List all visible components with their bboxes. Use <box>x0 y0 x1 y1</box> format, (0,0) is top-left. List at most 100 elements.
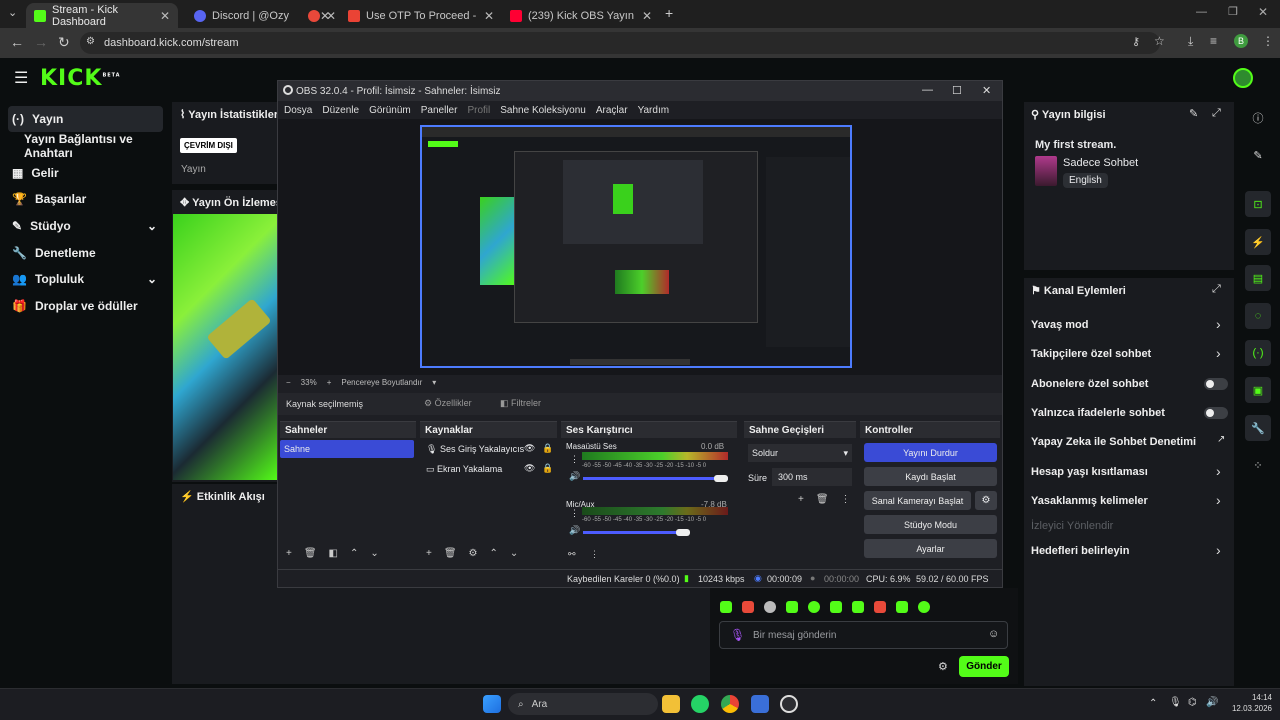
clock-time[interactable]: 14:14 <box>1240 693 1272 702</box>
obs-preview-area[interactable] <box>278 119 1002 375</box>
link-icon[interactable]: ⚯ <box>568 549 576 560</box>
tab-youtube[interactable]: (239) Kick OBS Yayın Ayarları N ✕ <box>502 3 660 28</box>
tab-kick-dashboard[interactable]: Stream - Kick Dashboard ✕ <box>26 3 178 28</box>
tab-gmail[interactable]: Use OTP To Proceed - swoxrys ✕ <box>340 3 502 28</box>
emote-icon[interactable] <box>918 601 930 613</box>
file-explorer-icon[interactable] <box>662 695 680 713</box>
action-ai-moderation[interactable]: Yapay Zeka ile Sohbet Denetimi <box>1031 436 1196 448</box>
site-info-icon[interactable]: ⚙ <box>86 36 95 47</box>
gear-icon[interactable]: ⚙ <box>469 548 478 559</box>
desktop-volume-slider[interactable] <box>583 477 728 480</box>
reload-icon[interactable]: ↻ <box>58 34 70 51</box>
forward-icon[interactable]: → <box>34 34 48 50</box>
menu-gorunum[interactable]: Görünüm <box>369 105 411 116</box>
network-icon[interactable]: ⌬ <box>1188 697 1197 708</box>
external-link-icon[interactable]: ↗ <box>1217 434 1225 445</box>
trash-icon[interactable]: 🗑 <box>304 548 317 559</box>
subscribers-only-toggle[interactable] <box>1204 378 1228 390</box>
emote-icon[interactable] <box>764 601 776 613</box>
duration-field[interactable]: 300 ms <box>772 468 852 486</box>
move-up-icon[interactable]: ⌃ <box>350 548 358 559</box>
edit-icon[interactable]: ✎ <box>1245 142 1271 168</box>
minimize-icon[interactable]: — <box>1196 6 1207 18</box>
edit-icon[interactable]: ✎ <box>1189 107 1198 120</box>
sidebar-item-topluluk[interactable]: 👥 Topluluk ⌄ <box>8 266 163 292</box>
zoom-in-icon[interactable]: + <box>327 378 332 387</box>
action-goals[interactable]: Hedefleri belirleyin <box>1031 545 1129 557</box>
menu-kebab-icon[interactable]: ⋮ <box>570 454 579 465</box>
move-down-icon[interactable]: ⌄ <box>370 548 378 559</box>
studio-mode-button[interactable]: Stüdyo Modu <box>864 515 997 534</box>
kick-logo[interactable]: KICKBETA <box>40 66 121 91</box>
minimize-icon[interactable]: — <box>922 84 933 96</box>
transition-select[interactable]: Soldur ▾ <box>748 444 852 462</box>
hamburger-menu-icon[interactable]: ☰ <box>14 68 28 88</box>
popout-icon[interactable]: ⤢ <box>1212 107 1221 120</box>
windows-start-icon[interactable] <box>483 695 501 713</box>
close-tab-icon[interactable]: ✕ <box>326 9 336 23</box>
scan-icon[interactable]: ⊡ <box>1245 191 1271 217</box>
close-tab-icon[interactable]: ✕ <box>160 9 170 23</box>
add-icon[interactable]: + <box>798 494 804 505</box>
close-window-icon[interactable]: ✕ <box>982 84 991 97</box>
new-tab-icon[interactable]: + <box>665 5 673 21</box>
broadcast-icon[interactable]: (·) <box>1245 340 1271 366</box>
clock-date[interactable]: 12.03.2026 <box>1226 704 1272 713</box>
speaker-icon[interactable]: 🔊 <box>569 471 580 482</box>
sidebar-item-basarilar[interactable]: 🏆 Başarılar <box>8 186 163 212</box>
sidebar-item-droplar[interactable]: 🎁 Droplar ve ödüller <box>8 293 163 319</box>
profile-avatar[interactable]: B <box>1234 34 1248 48</box>
add-icon[interactable]: + <box>286 548 292 559</box>
reading-list-icon[interactable]: ≡ <box>1210 34 1217 48</box>
tab-recording[interactable]: ✕ <box>300 3 338 28</box>
action-account-age[interactable]: Hesap yaşı kısıtlaması <box>1031 466 1148 478</box>
emoji-icon[interactable]: ☺ <box>988 628 999 640</box>
sidebar-item-denetleme[interactable]: 🔧 Denetleme <box>8 240 163 266</box>
grid-icon[interactable]: ▣ <box>1245 377 1271 403</box>
menu-dosya[interactable]: Dosya <box>284 105 312 116</box>
filter-icon[interactable]: ◧ <box>329 548 338 559</box>
visibility-icon[interactable]: 👁 <box>524 443 536 454</box>
steam-icon[interactable] <box>751 695 769 713</box>
menu-yardim[interactable]: Yardım <box>638 105 670 116</box>
popout-icon[interactable]: ⤢ <box>1212 283 1221 296</box>
chat-settings-icon[interactable]: ⚙ <box>938 660 948 673</box>
tray-overflow-icon[interactable]: ⌃ <box>1149 698 1157 709</box>
download-icon[interactable]: ⤓ <box>1188 34 1193 49</box>
emote-icon[interactable] <box>742 601 754 613</box>
properties-button[interactable]: ⚙ Özellikler <box>424 398 472 409</box>
stop-streaming-button[interactable]: Yayını Durdur <box>864 443 997 462</box>
action-banned-words[interactable]: Yasaklanmış kelimeler <box>1031 495 1148 507</box>
slider-knob[interactable] <box>714 475 728 482</box>
menu-kebab-icon[interactable]: ⋮ <box>1262 34 1274 48</box>
lock-icon[interactable]: 🔒 <box>542 463 553 474</box>
mic-volume-slider[interactable] <box>583 531 683 534</box>
send-button[interactable]: Gönder <box>959 656 1009 677</box>
chevron-right-icon[interactable]: › <box>1216 542 1221 558</box>
speaker-icon[interactable]: 🔊 <box>569 525 580 536</box>
obs-taskbar-icon[interactable] <box>780 695 798 713</box>
sidebar-item-gelir[interactable]: ▦ Gelir <box>8 160 163 186</box>
close-tab-icon[interactable]: ✕ <box>484 9 494 23</box>
fit-window-label[interactable]: Pencereye Boyutlandır <box>341 378 422 387</box>
sidebar-item-studyo[interactable]: ✎ Stüdyo ⌄ <box>8 213 163 239</box>
wrench-icon[interactable]: 🔧 <box>1245 415 1271 441</box>
add-icon[interactable]: + <box>426 548 432 559</box>
lightning-icon[interactable]: ⚡ <box>1245 229 1271 255</box>
filters-button[interactable]: ◧ Filtreler <box>500 398 541 409</box>
category-name[interactable]: Sadece Sohbet <box>1063 157 1138 169</box>
zoom-out-icon[interactable]: − <box>286 378 291 387</box>
slider-knob[interactable] <box>676 529 690 536</box>
menu-duzenle[interactable]: Düzenle <box>322 105 359 116</box>
menu-kebab-icon[interactable]: ⋮ <box>570 508 579 519</box>
lock-icon[interactable]: 🔒 <box>542 443 554 454</box>
info-icon[interactable]: ⓘ <box>1245 105 1271 131</box>
screen-capture-preview[interactable] <box>420 125 852 368</box>
action-slow-mode[interactable]: Yavaş mod <box>1031 319 1088 331</box>
taskbar-search[interactable]: ⌕ Ara <box>508 693 658 715</box>
chevron-right-icon[interactable]: › <box>1216 316 1221 332</box>
url-field[interactable]: dashboard.kick.com/stream <box>80 32 1160 54</box>
apps-icon[interactable]: ⁘ <box>1245 452 1271 478</box>
menu-paneller[interactable]: Paneller <box>421 105 458 116</box>
password-key-icon[interactable]: ⚷ <box>1132 35 1140 48</box>
